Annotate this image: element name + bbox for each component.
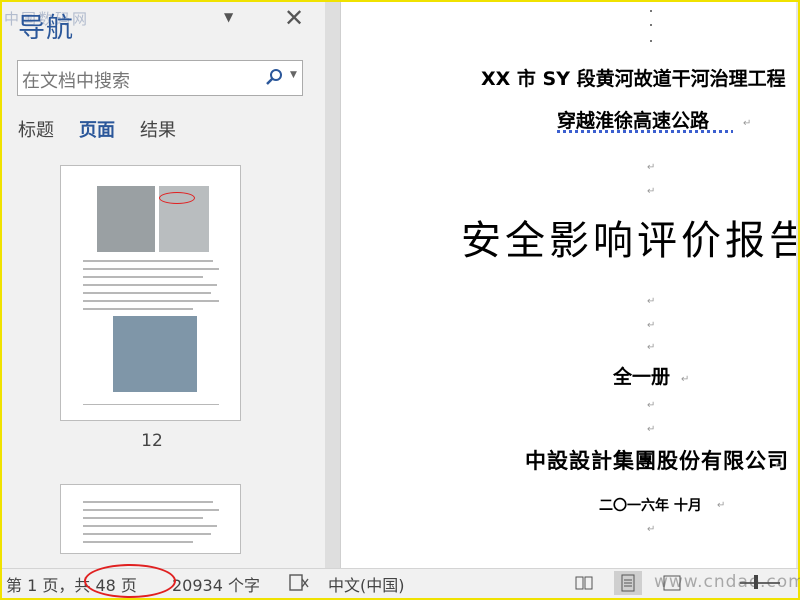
search-placeholder: 在文档中搜索 [22, 71, 130, 92]
text-line [83, 308, 193, 310]
chevron-down-icon[interactable]: ▼ [224, 10, 233, 24]
search-icon[interactable] [262, 65, 286, 89]
spelling-underline [557, 130, 733, 133]
tab-results[interactable]: 结果 [140, 116, 176, 142]
text-line [83, 517, 203, 519]
paragraph-mark: ↵ [647, 342, 656, 353]
language-indicator[interactable]: 中文(中国) [328, 572, 405, 596]
thumbnail-annotation [159, 192, 195, 204]
paragraph-mark [650, 40, 652, 42]
search-input[interactable]: 在文档中搜索 ▼ [17, 60, 303, 96]
paragraph-mark: ↵ [743, 118, 752, 129]
doc-title-line: XX 市 SY 段黄河故道干河治理工程 [481, 68, 786, 90]
page-number-label: 12 [141, 431, 163, 451]
paragraph-mark: ↵ [717, 500, 726, 511]
paragraph-mark: ↵ [647, 320, 656, 331]
paragraph-mark [650, 24, 652, 26]
navigation-pane: 中国数码网 导航 ▼ ✕ 在文档中搜索 ▼ 标题 页面 结果 12 [2, 2, 325, 568]
thumbnail-photo [113, 316, 197, 392]
paragraph-mark: ↵ [647, 524, 656, 535]
text-line [83, 300, 219, 302]
paragraph-mark: ↵ [681, 374, 690, 385]
text-line [83, 284, 217, 286]
text-line [83, 509, 219, 511]
document-page[interactable]: XX 市 SY 段黄河故道干河治理工程 穿越淮徐高速公路 ↵ ↵ ↵ 安全影响评… [340, 2, 796, 568]
paragraph-mark: ↵ [647, 424, 656, 435]
text-line [83, 292, 211, 294]
pane-title: 导航 [18, 13, 74, 44]
proofing-icon[interactable] [288, 573, 310, 593]
doc-date: 二〇一六年 十月 [599, 498, 702, 514]
text-line [83, 260, 213, 262]
text-line [83, 541, 193, 543]
thumbnail-photo [97, 186, 155, 252]
tab-headings[interactable]: 标题 [18, 116, 54, 142]
doc-main-title: 安全影响评价报告 [461, 218, 796, 264]
word-count[interactable]: 20934 个字 [172, 572, 260, 596]
read-mode-icon[interactable] [570, 571, 598, 595]
doc-title-line: 穿越淮徐高速公路 [557, 110, 710, 132]
annotation-circle [84, 564, 176, 598]
tab-pages[interactable]: 页面 [79, 116, 115, 142]
watermark-text: www.cndao.com [654, 572, 800, 592]
pane-divider[interactable] [325, 2, 340, 568]
text-line [83, 501, 213, 503]
paragraph-mark: ↵ [647, 162, 656, 173]
paragraph-mark: ↵ [775, 460, 784, 471]
print-layout-icon[interactable] [614, 571, 642, 595]
text-line [83, 268, 219, 270]
doc-company: 中設設計集團股份有限公司 [525, 448, 789, 473]
page-thumbnail[interactable] [60, 484, 241, 554]
search-options-icon[interactable]: ▼ [290, 70, 297, 80]
paragraph-mark [650, 10, 652, 12]
text-line [83, 404, 219, 405]
text-line [83, 533, 211, 535]
page-thumbnail[interactable] [60, 165, 241, 421]
text-line [83, 276, 203, 278]
text-line [83, 525, 217, 527]
paragraph-mark: ↵ [647, 186, 656, 197]
close-icon[interactable]: ✕ [284, 4, 304, 32]
paragraph-mark: ↵ [647, 400, 656, 411]
paragraph-mark: ↵ [647, 296, 656, 307]
doc-volume: 全一册 [613, 366, 671, 388]
